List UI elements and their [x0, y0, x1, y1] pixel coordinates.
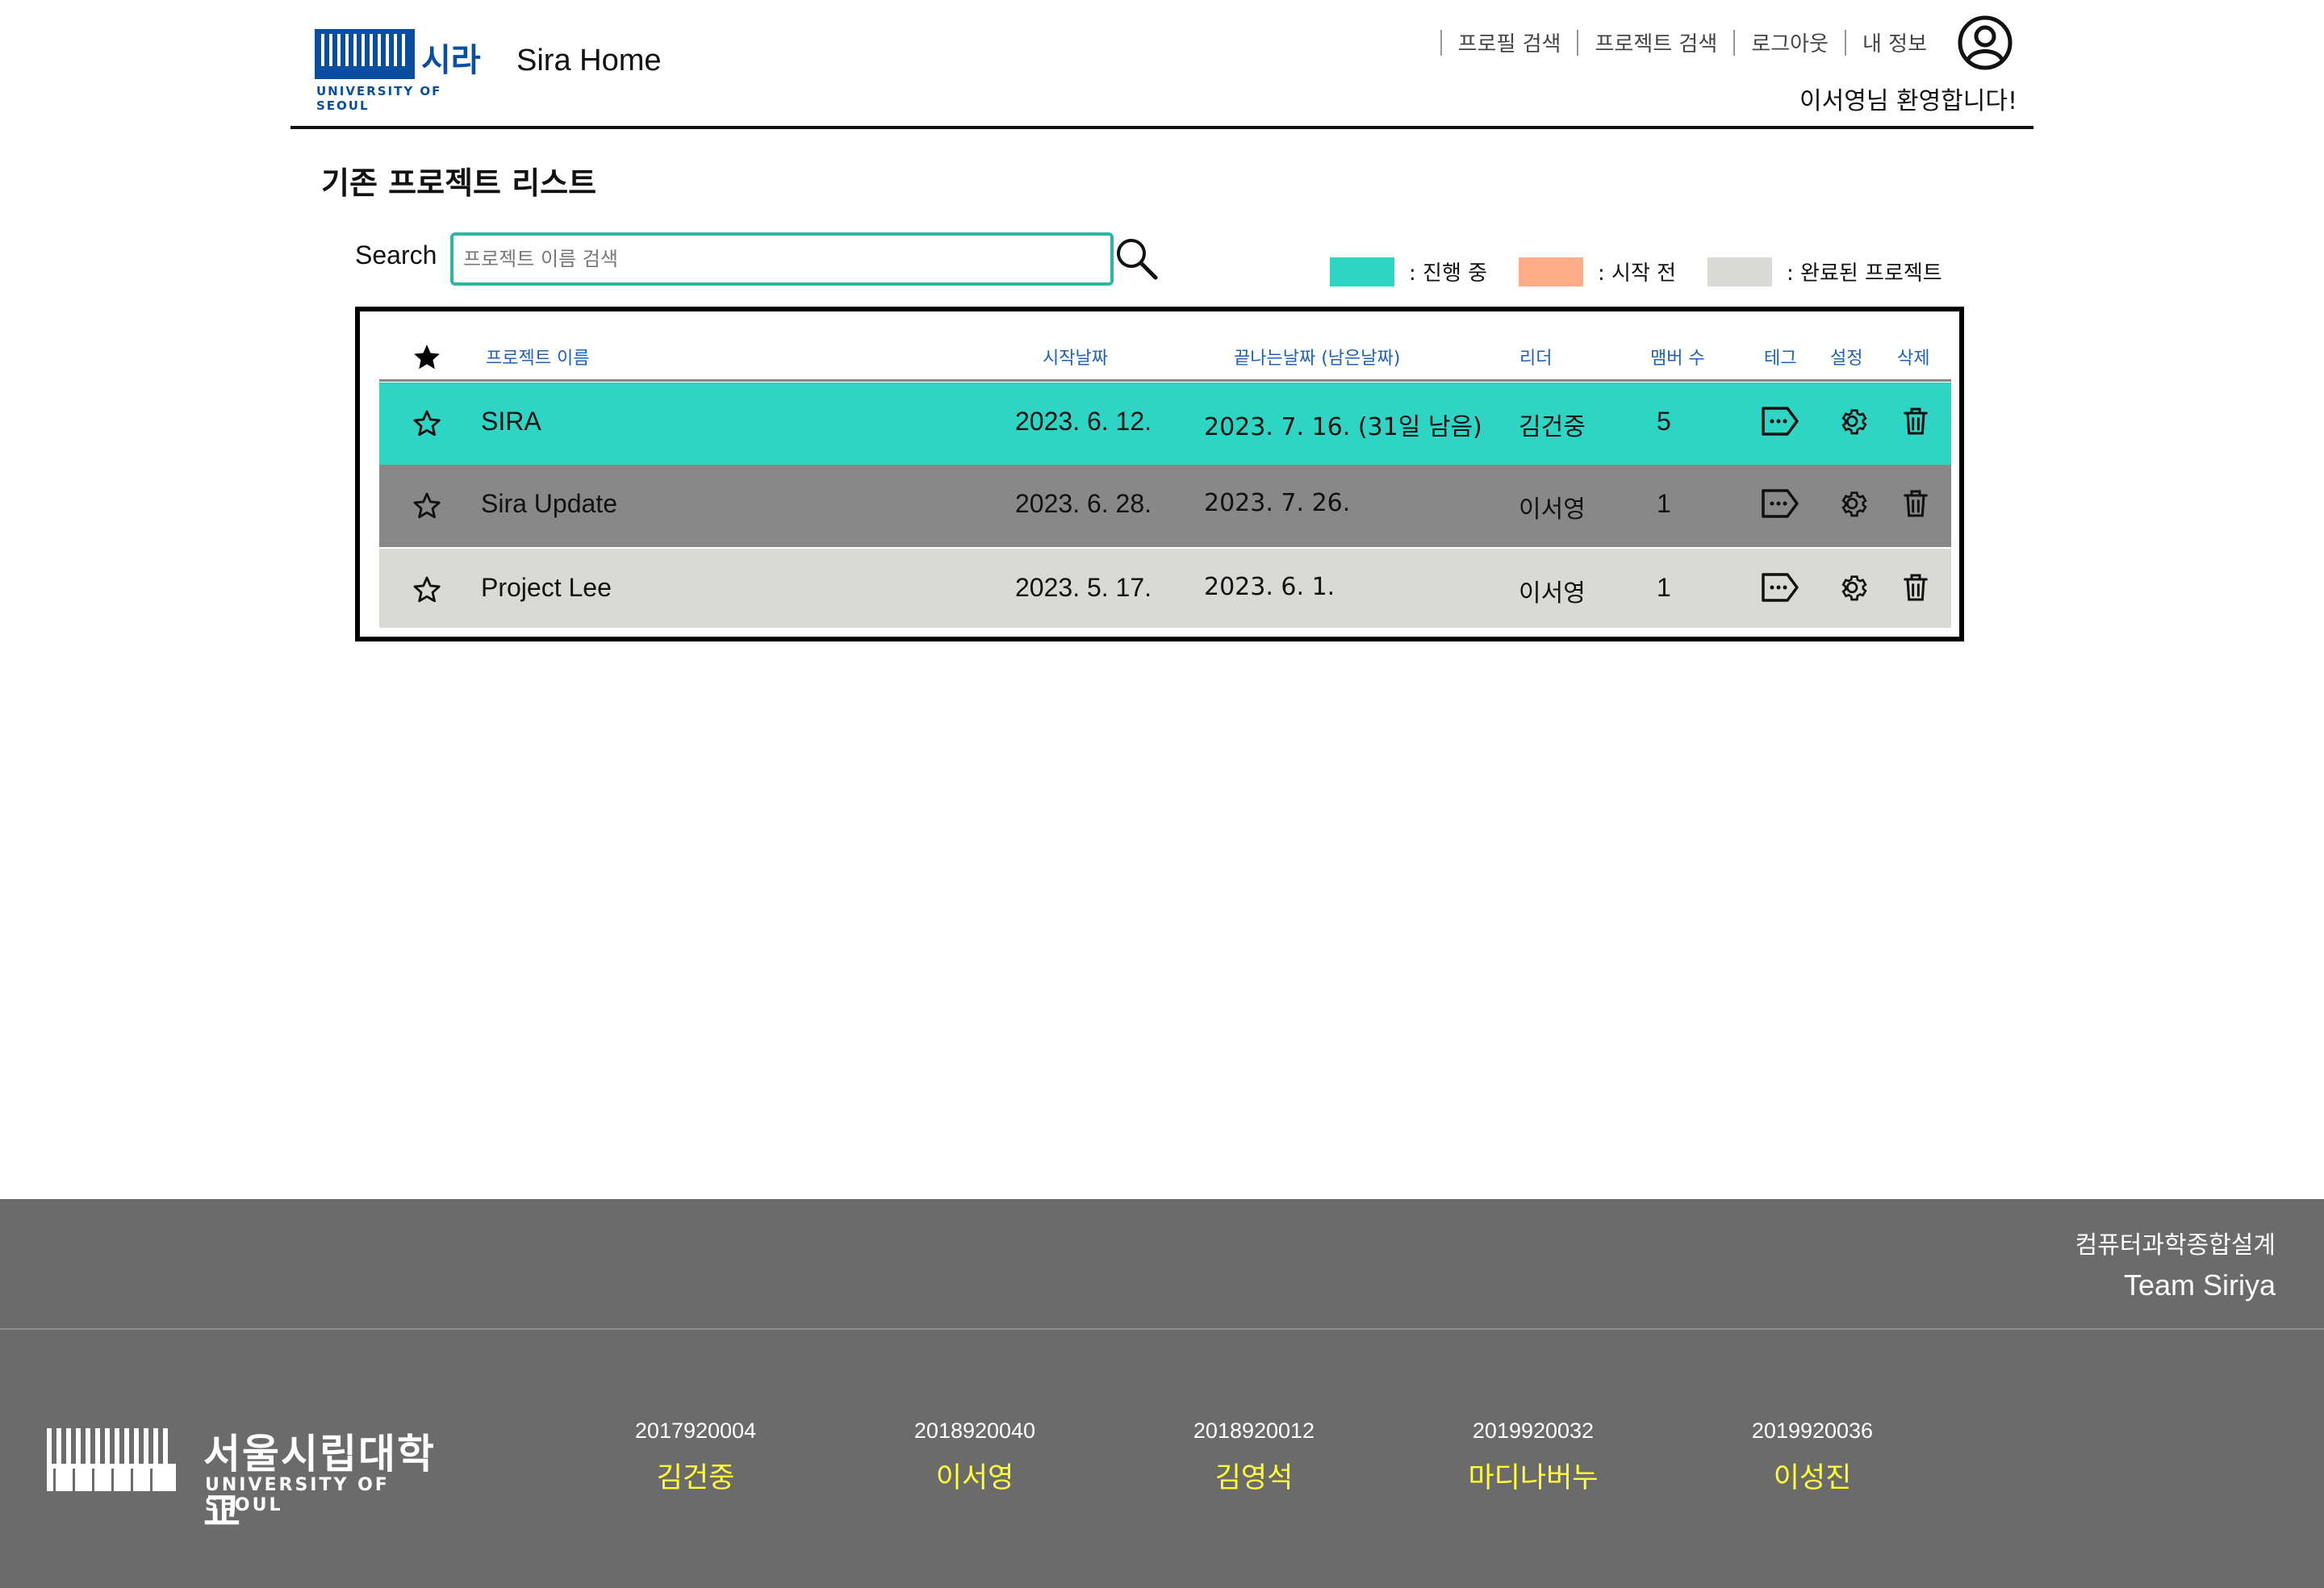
footer: 컴퓨터과학종합설계 Team Siriya 서울시립대학교 UNIVERSITY…: [0, 1199, 2324, 1588]
leader-name: 김건중: [1519, 413, 1586, 441]
logo-korean-text: 시라: [421, 42, 481, 79]
member-count: 5: [1657, 407, 1671, 436]
column-header-end-date[interactable]: 끝나는날짜 (남은날짜): [1234, 344, 1400, 370]
page-title: 기존 프로젝트 리스트: [321, 165, 597, 201]
legend-swatch: [1707, 257, 1772, 286]
member-count: 1: [1657, 489, 1671, 518]
legend-label: : 시작 전: [1598, 261, 1677, 286]
start-date: 2023. 5. 17.: [1015, 573, 1152, 602]
team-member: 2018920012 김영석: [1157, 1419, 1351, 1496]
piano-bars-icon: [315, 29, 415, 79]
welcome-message: 이서영님 환영합니다!: [1799, 87, 2017, 115]
nav-divider: [1844, 29, 1846, 56]
legend-not-started: : 시작 전: [1519, 257, 1676, 286]
search-label: Search: [355, 240, 437, 270]
settings-gear-icon[interactable]: [1838, 487, 1870, 520]
footer-university-logo: 서울시립대학교 UNIVERSITY OF SEOUL: [47, 1422, 466, 1536]
start-date: 2023. 6. 28.: [1015, 489, 1152, 518]
nav-my-info[interactable]: 내 정보: [1862, 27, 1927, 57]
star-outline-icon[interactable]: [412, 408, 442, 439]
tag-icon[interactable]: [1761, 571, 1799, 604]
search-icon[interactable]: [1114, 236, 1160, 282]
logo-english-text: UNIVERSITY OF SEOUL: [316, 84, 442, 113]
column-header-leader[interactable]: 리더: [1519, 344, 1552, 370]
university-logo[interactable]: 시라 UNIVERSITY OF SEOUL: [315, 29, 497, 113]
nav-logout[interactable]: 로그아웃: [1751, 27, 1829, 57]
nav-divider: [1577, 29, 1579, 56]
end-date: 2023. 7. 16. (31일 남음): [1204, 413, 1482, 441]
member-name: 김영석: [1214, 1462, 1294, 1494]
legend-completed: : 완료된 프로젝트: [1707, 257, 1942, 286]
user-profile-icon[interactable]: [1957, 15, 2013, 71]
start-date: 2023. 6. 12.: [1015, 407, 1152, 436]
table-row[interactable]: Sira Update 2023. 6. 28. 2023. 7. 26. 이서…: [379, 465, 1951, 547]
column-header-settings: 설정: [1830, 349, 1863, 369]
settings-gear-icon[interactable]: [1838, 405, 1870, 437]
project-name[interactable]: Project Lee: [481, 573, 612, 603]
app-title[interactable]: Sira Home: [516, 44, 662, 78]
column-header-tag: 테그: [1764, 349, 1797, 369]
footer-divider: [0, 1328, 2324, 1330]
member-name: 이성진: [1773, 1462, 1852, 1494]
star-outline-icon[interactable]: [412, 491, 442, 521]
team-member: 2017920004 김건중: [599, 1419, 792, 1496]
member-name: 이서영: [935, 1462, 1014, 1494]
end-date: 2023. 6. 1.: [1204, 573, 1335, 601]
nav-divider: [1440, 29, 1442, 56]
member-count: 1: [1657, 573, 1671, 602]
team-member: 2019920032 마디나버누: [1436, 1419, 1630, 1496]
nav-divider: [1733, 29, 1736, 56]
legend-in-progress: : 진행 중: [1330, 257, 1487, 286]
team-member: 2019920036 이성진: [1716, 1419, 1909, 1496]
settings-gear-icon[interactable]: [1838, 571, 1870, 604]
column-header-delete: 삭제: [1897, 349, 1930, 369]
nav-profile-search[interactable]: 프로필 검색: [1458, 27, 1561, 57]
project-name[interactable]: SIRA: [481, 407, 541, 437]
team-member: 2018920040 이서영: [878, 1419, 1072, 1496]
student-id: 2018920012: [1193, 1419, 1315, 1443]
trash-icon[interactable]: [1900, 571, 1932, 604]
project-search-input[interactable]: [450, 232, 1114, 286]
table-row[interactable]: Project Lee 2023. 5. 17. 2023. 6. 1. 이서영…: [379, 549, 1951, 628]
course-name: 컴퓨터과학종합설계: [2075, 1231, 2276, 1260]
end-date: 2023. 7. 26.: [1204, 489, 1351, 517]
table-header-divider: [379, 379, 1951, 382]
student-id: 2019920032: [1472, 1419, 1595, 1443]
top-navigation: 프로필 검색 프로젝트 검색 로그아웃 내 정보: [1424, 27, 2017, 57]
favorite-filled-star-icon[interactable]: [412, 342, 442, 373]
project-name[interactable]: Sira Update: [481, 489, 617, 519]
footer-university-name-en: UNIVERSITY OF SEOUL: [205, 1475, 390, 1515]
student-id: 2018920040: [913, 1419, 1036, 1443]
leader-name: 이서영: [1519, 495, 1586, 524]
member-name: 마디나버누: [1468, 1462, 1599, 1494]
piano-bars-icon: [47, 1428, 176, 1491]
team-name: Team Siriya: [2123, 1268, 2276, 1302]
table-row[interactable]: SIRA 2023. 6. 12. 2023. 7. 16. (31일 남음) …: [379, 382, 1951, 465]
member-name: 김건중: [656, 1462, 735, 1494]
nav-project-search[interactable]: 프로젝트 검색: [1595, 27, 1717, 57]
legend-swatch: [1330, 257, 1394, 286]
student-id: 2017920004: [634, 1419, 757, 1443]
legend-label: : 진행 중: [1409, 261, 1488, 286]
legend-swatch: [1519, 257, 1583, 286]
project-table: 프로젝트 이름 시작날짜 끝나는날짜 (남은날짜) 리더 맴버 수 테그 설정 …: [355, 307, 1964, 641]
column-header-start-date[interactable]: 시작날짜: [1043, 344, 1108, 370]
tag-icon[interactable]: [1761, 405, 1799, 437]
trash-icon[interactable]: [1900, 405, 1932, 437]
tag-icon[interactable]: [1761, 487, 1799, 520]
leader-name: 이서영: [1519, 579, 1586, 608]
legend-label: : 완료된 프로젝트: [1787, 261, 1942, 286]
column-header-member-count[interactable]: 맴버 수: [1650, 344, 1705, 370]
column-header-name[interactable]: 프로젝트 이름: [486, 344, 589, 370]
trash-icon[interactable]: [1900, 487, 1932, 520]
student-id: 2019920036: [1751, 1419, 1874, 1443]
star-outline-icon[interactable]: [412, 575, 442, 605]
header-divider: [290, 126, 2034, 129]
